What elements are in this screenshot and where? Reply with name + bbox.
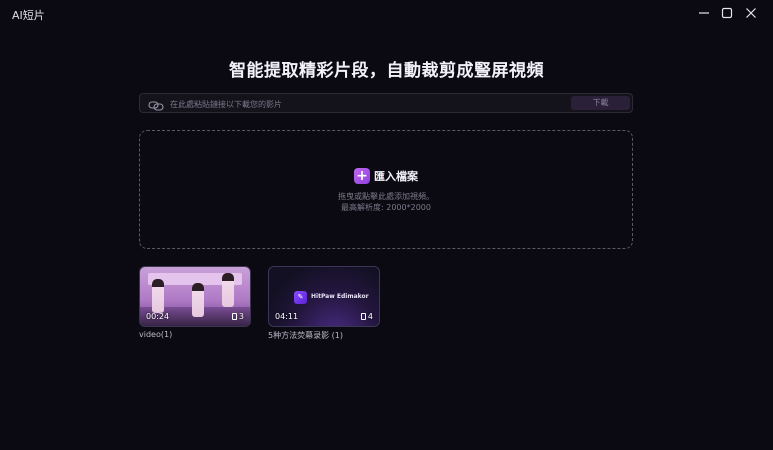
video-duration: 04:11 xyxy=(275,312,299,321)
page-headline: 智能提取精彩片段，自動裁剪成豎屏視頻 xyxy=(229,61,544,81)
title-bar: AI短片 xyxy=(0,0,773,28)
close-icon xyxy=(746,8,756,18)
import-file-button[interactable]: + 匯入檔案 xyxy=(140,168,632,184)
video-card[interactable]: ✎ HitPaw Edimakor 04:11 4 xyxy=(268,266,380,327)
video-duration: 00:24 xyxy=(146,312,170,321)
performer xyxy=(192,283,204,317)
performer xyxy=(152,279,164,313)
clip-count-value: 3 xyxy=(238,312,244,321)
clip-count: 4 xyxy=(360,312,373,321)
brand-name: HitPaw Edimakor xyxy=(311,293,369,300)
clip-count-value: 4 xyxy=(367,312,373,321)
file-drop-zone[interactable]: + 匯入檔案 拖曳或點擊此處添加視頻。 最高解析度: 2000*2000 xyxy=(139,130,633,249)
drop-hint: 拖曳或點擊此處添加視頻。 xyxy=(338,192,434,201)
link-icon xyxy=(148,97,164,116)
clip-icon xyxy=(360,313,366,320)
maximize-icon xyxy=(721,7,733,19)
video-title: 5种方法荧幕录影 (1) xyxy=(268,331,343,340)
video-title: video(1) xyxy=(139,330,173,339)
video-card[interactable]: 00:24 3 xyxy=(139,266,251,327)
minimize-button[interactable] xyxy=(693,4,715,22)
import-label: 匯入檔案 xyxy=(374,170,418,183)
plus-icon: + xyxy=(354,168,370,184)
maximize-button[interactable] xyxy=(716,4,738,22)
performer xyxy=(222,273,234,307)
url-bar: 下載 xyxy=(139,93,692,116)
clip-count: 3 xyxy=(231,312,244,321)
clip-icon xyxy=(231,313,237,320)
resolution-hint: 最高解析度: 2000*2000 xyxy=(341,203,431,212)
download-button[interactable]: 下載 xyxy=(571,96,630,110)
app-title: AI短片 xyxy=(12,9,45,22)
close-button[interactable] xyxy=(740,4,762,22)
minimize-icon xyxy=(699,12,709,14)
edimakor-logo-icon: ✎ xyxy=(294,291,307,304)
